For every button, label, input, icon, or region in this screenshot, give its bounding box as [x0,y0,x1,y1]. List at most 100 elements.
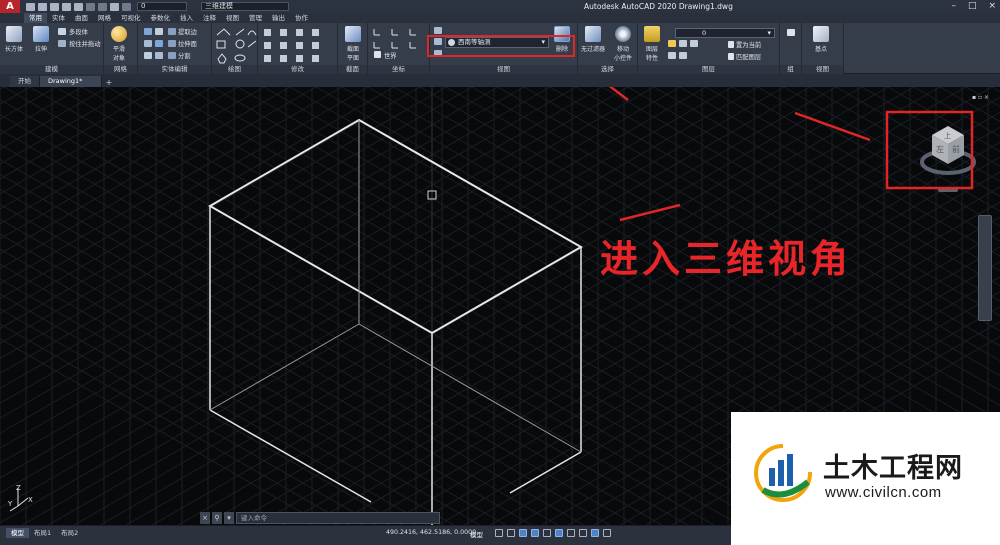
intersect-icon[interactable] [144,40,152,47]
view-cube-tool-icon[interactable] [434,27,442,34]
ribbon-tab-collaborate[interactable]: 协作 [290,13,313,23]
layout-tab-1[interactable]: 布局1 [29,528,56,538]
layer-quick-select[interactable]: 0 [137,2,187,11]
named-views-icon[interactable] [434,38,442,45]
move-gizmo-button[interactable]: 移动 小控件 [610,26,636,62]
panel-title-layers[interactable]: 图层 [638,65,779,74]
draw-tools-icons[interactable] [212,25,258,65]
panel-title-section[interactable]: 截面 [338,65,367,74]
viewport-controls[interactable]: ▪ ▫ × [972,94,989,101]
new-tab-button[interactable]: + [102,78,116,87]
layer-properties-button[interactable]: 图层 特性 [641,26,663,62]
no-filter-button[interactable]: 无过滤器 [580,26,606,53]
viewports-icon[interactable] [434,50,442,57]
ribbon-tab-solid[interactable]: 实体 [47,13,70,23]
isodraft-toggle-icon[interactable] [543,529,551,537]
polar-toggle-icon[interactable] [531,529,539,537]
ribbon-tab-output[interactable]: 输出 [267,13,290,23]
lineweight-toggle-icon[interactable] [567,529,575,537]
save-icon[interactable] [50,2,59,11]
redo-icon[interactable] [98,2,107,11]
panel-title-view-base[interactable]: 视图 [802,65,843,74]
doc-tab-drawing1[interactable]: Drawing1* [40,76,102,87]
panel-title-draw[interactable]: 绘图 [212,65,257,74]
layer-off-icon[interactable] [679,52,687,59]
model-space-toggle[interactable]: 模型 [470,529,483,539]
undo-icon[interactable] [86,2,95,11]
cmd-history-icon[interactable]: ▾ [224,511,234,524]
panel-title-selection[interactable]: 选择 [578,65,637,74]
ribbon-tab-parametric[interactable]: 参数化 [146,13,176,23]
extrude-face-button[interactable]: 拉伸面 [178,39,197,48]
ribbon-tab-mesh[interactable]: 网格 [93,13,116,23]
ribbon-tab-surface[interactable]: 曲面 [70,13,93,23]
transparency-toggle-icon[interactable] [579,529,587,537]
slice-icon[interactable] [155,40,163,47]
maximize-icon[interactable]: □ [968,1,977,11]
viewcube-face-front[interactable]: 前 [952,144,960,154]
viewcube-face-left[interactable]: 左 [936,144,944,154]
workspace-switch-icon[interactable] [603,529,611,537]
extrude-button[interactable]: 拉伸 [30,26,52,53]
panel-title-groups[interactable]: 组 [780,65,801,74]
presspull-button[interactable]: 按住并拖动 [69,39,100,48]
box-button[interactable]: 长方体 [3,26,25,53]
ribbon-tab-view[interactable]: 视图 [221,13,244,23]
cmd-options-icon[interactable]: ⚲ [212,511,222,524]
match-layer-button[interactable]: 匹配图层 [736,52,761,61]
grid-toggle-icon[interactable] [495,529,503,537]
panel-title-view[interactable]: 视图 [430,65,577,74]
ribbon-tab-visualize[interactable]: 可视化 [116,13,146,23]
modify-tools-icons[interactable] [258,25,338,65]
layout-tab-model[interactable]: 模型 [6,528,29,538]
world-ucs-button[interactable]: 世界 [384,51,397,60]
subtract-icon[interactable] [155,28,163,35]
ribbon-tab-manage[interactable]: 管理 [244,13,267,23]
smooth-object-button[interactable]: 平滑 对象 [108,26,130,62]
navigation-bar[interactable] [978,215,992,321]
ucs-tools-icons[interactable] [368,25,430,65]
cmd-close-icon[interactable]: × [200,511,210,524]
delete-view-button[interactable]: 删除 [551,26,573,53]
panel-title-modify[interactable]: 修改 [258,65,337,74]
ribbon-tab-annotate[interactable]: 注释 [198,13,221,23]
extract-edges-button[interactable]: 提取边 [178,27,197,36]
doc-tab-start[interactable]: 开始 [10,76,40,87]
command-input[interactable]: 键入命令 [236,511,440,524]
group-icon[interactable] [787,29,795,36]
layer-dropdown[interactable]: 0 [675,28,775,38]
object-snap-toggle-icon[interactable] [555,529,563,537]
layer-props-icon[interactable] [110,2,119,11]
panel-title-mesh[interactable]: 网格 [104,65,137,74]
panel-title-coordinates[interactable]: 坐标 [368,65,429,74]
layer-freeze-icon[interactable] [679,40,687,47]
close-icon[interactable]: × [988,1,996,11]
workspace-select[interactable]: 三维建模 [201,2,289,11]
separate-button[interactable]: 分割 [178,51,191,60]
polysolid-button[interactable]: 多段体 [69,27,88,36]
view-preset-dropdown[interactable]: 西南等轴测 [445,37,549,48]
layout-tab-2[interactable]: 布局2 [56,528,83,538]
wireframe-cube[interactable] [207,118,584,525]
coordinate-readout[interactable]: 490.2416, 462.5186, 0.0000 [386,529,476,536]
shell-icon[interactable] [144,52,152,59]
base-view-button[interactable]: 基点 [810,26,832,53]
ribbon-tab-home[interactable]: 常用 [24,13,47,23]
cube-top-face[interactable] [207,118,584,335]
new-file-icon[interactable] [26,2,35,11]
print-icon[interactable] [74,2,83,11]
imprint-icon[interactable] [155,52,163,59]
sun-icon[interactable] [122,2,131,11]
layer-isolate-icon[interactable] [668,52,676,59]
open-file-icon[interactable] [38,2,47,11]
panel-title-solid-edit[interactable]: 实体编辑 [138,65,211,74]
layer-lock-icon[interactable] [690,40,698,47]
panel-title-modeling[interactable]: 建模 [0,65,103,74]
save-as-icon[interactable] [62,2,71,11]
annotation-scale-icon[interactable] [591,529,599,537]
autocad-logo-icon[interactable]: A [0,0,20,13]
viewcube-face-top[interactable]: 上 [944,131,951,140]
ribbon-tab-insert[interactable]: 插入 [175,13,198,23]
minimize-icon[interactable]: – [951,1,956,11]
snap-toggle-icon[interactable] [507,529,515,537]
